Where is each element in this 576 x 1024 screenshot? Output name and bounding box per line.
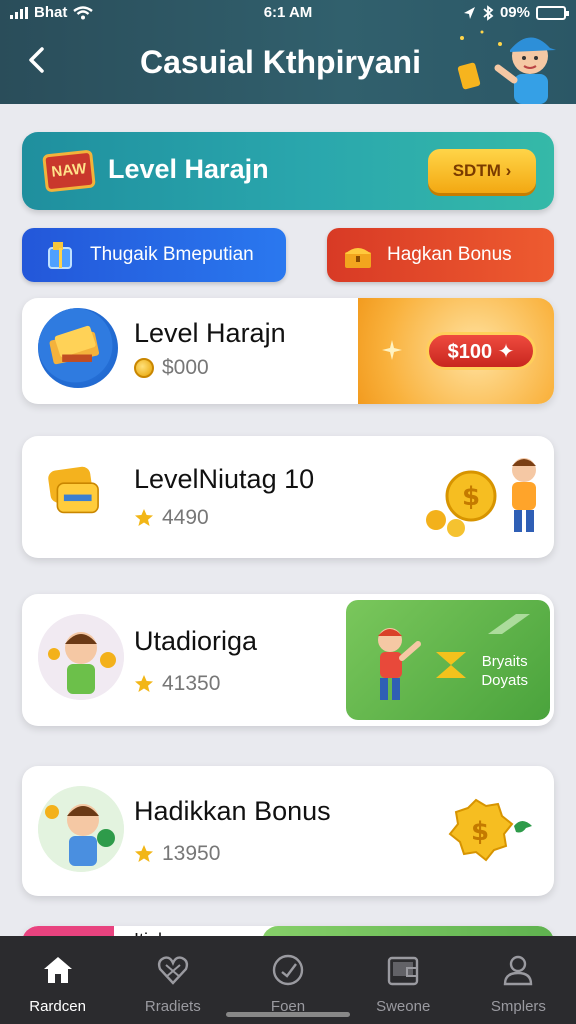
home-icon xyxy=(43,957,72,983)
card-amount-value: $000 xyxy=(162,356,209,379)
bonus-button[interactable]: Hagkan Bonus xyxy=(327,228,554,282)
star-icon xyxy=(135,509,153,526)
card-title: Level Harajn xyxy=(134,318,286,348)
nav-label: Sweone xyxy=(376,998,431,1015)
app-header: Bhat 6:1 AM 09% Casuial Kthpiryani xyxy=(0,0,576,104)
card-amount: 4490 xyxy=(134,506,209,530)
ticket-icon xyxy=(48,466,99,514)
star-icon xyxy=(135,845,153,862)
running-boy-illustration xyxy=(378,628,421,700)
treasure-chest-icon xyxy=(345,248,371,268)
card-amount: 41350 xyxy=(134,672,220,696)
coins-boy-illustration: $ xyxy=(426,458,536,537)
level-card[interactable]: Level Harajn $000 $100 ✦ xyxy=(22,298,554,404)
nav-item-favorites[interactable]: Rradiets xyxy=(115,936,230,1024)
coin-icon xyxy=(134,358,154,378)
coin-badge-icon: $ xyxy=(448,798,532,862)
nav-label: Smplers xyxy=(490,998,546,1015)
card-title: Hadikkan Bonus xyxy=(134,796,331,826)
upgrade-button[interactable]: Thugaik Bmeputian xyxy=(22,228,286,282)
leaf-icon xyxy=(488,614,530,634)
boy-avatar xyxy=(38,786,124,872)
clock-icon xyxy=(272,954,304,986)
card-amount: $000 xyxy=(134,356,209,380)
svg-text:$: $ xyxy=(471,817,489,847)
reward-badge[interactable]: $100 ✦ xyxy=(426,332,536,370)
battery-percent: 09% xyxy=(499,4,530,21)
gift-box-icon xyxy=(48,242,72,269)
nav-item-history[interactable]: Foen xyxy=(230,936,345,1024)
reward-panel: $100 ✦ xyxy=(358,298,554,404)
card-title: Utadioriga xyxy=(134,626,258,656)
bonus-card[interactable]: Hadikkan Bonus 13950 $ xyxy=(22,766,554,896)
star-icon xyxy=(135,675,153,692)
boy-avatar xyxy=(38,614,124,700)
banner-title: Level Harajn xyxy=(108,154,269,184)
nav-item-wallet[interactable]: Sweone xyxy=(346,936,461,1024)
mascot-illustration xyxy=(457,30,556,104)
level-card[interactable]: Utadioriga 41350 Bryaits Doyats xyxy=(22,594,554,726)
battery-icon xyxy=(536,5,569,20)
nav-item-home[interactable]: Rardcen xyxy=(0,936,115,1024)
reward-panel[interactable]: Bryaits Doyats xyxy=(346,600,550,720)
location-icon xyxy=(463,6,475,19)
card-title: LevelNiutag 10 xyxy=(134,464,315,494)
reward-text-line-2: Doyats xyxy=(481,672,528,689)
back-arrow-icon[interactable] xyxy=(22,44,54,76)
nav-label: Rardcen xyxy=(29,998,86,1015)
card-amount-value: 13950 xyxy=(162,842,221,865)
card-amount-value: 4490 xyxy=(162,506,209,529)
svg-text:$: $ xyxy=(462,482,480,512)
card-amount-value: 41350 xyxy=(162,672,221,695)
status-bar: Bhat 6:1 AM 09% xyxy=(0,0,576,26)
new-badge: NAW xyxy=(42,149,96,193)
nav-item-profile[interactable]: Smplers xyxy=(461,936,576,1024)
profile-icon xyxy=(504,955,533,986)
level-book-avatar xyxy=(38,308,118,388)
bluetooth-icon xyxy=(483,4,494,21)
bonus-button-label: Hagkan Bonus xyxy=(387,244,512,265)
level-card[interactable]: LevelNiutag 10 4490 $ xyxy=(22,436,554,558)
home-indicator[interactable] xyxy=(226,1012,350,1017)
nav-label: Rradiets xyxy=(144,998,201,1015)
reward-text-line-1: Bryaits xyxy=(481,653,528,670)
wallet-icon xyxy=(388,956,419,986)
level-banner[interactable]: NAW Level Harajn SDTM › xyxy=(22,132,554,210)
bottom-nav: Rardcen Rradiets Foen Sweone Smplers xyxy=(0,936,576,1024)
gift-icon xyxy=(436,652,466,678)
heart-icon xyxy=(157,956,188,985)
card-amount: 13950 xyxy=(134,842,220,866)
page-title: Casuial Kthpiryani xyxy=(140,44,421,80)
start-button[interactable]: SDTM › xyxy=(428,149,536,193)
sparkle-icon xyxy=(382,340,402,360)
reward-text: Bryaits Doyats xyxy=(481,652,528,690)
upgrade-button-label: Thugaik Bmeputian xyxy=(90,244,254,265)
